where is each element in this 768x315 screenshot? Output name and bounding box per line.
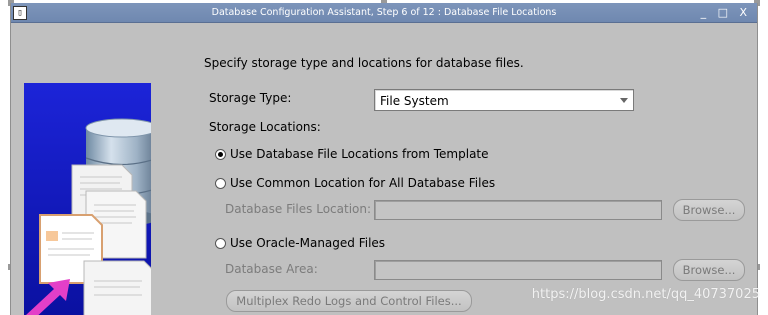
dbca-window: ▯ Database Configuration Assistant, Step… [10, 3, 758, 315]
browse-files-location-button[interactable]: Browse... [673, 199, 745, 221]
chevron-down-icon[interactable] [620, 98, 628, 103]
browse-database-area-button[interactable]: Browse... [673, 259, 745, 281]
storage-locations-label: Storage Locations: [209, 120, 321, 134]
db-files-location-label: Database Files Location: [225, 202, 372, 216]
storage-type-select[interactable]: File System [374, 89, 634, 111]
database-documents-illustration [26, 118, 151, 315]
window-title: Database Configuration Assistant, Step 6… [211, 7, 557, 18]
radio-unselected-icon[interactable] [215, 237, 226, 249]
window-controls[interactable]: _ □ X [701, 6, 751, 19]
radio-label: Use Common Location for All Database Fil… [230, 176, 496, 190]
radio-selected-icon[interactable] [215, 148, 226, 160]
page-instructions: Specify storage type and locations for d… [204, 56, 524, 70]
wizard-illustration [24, 83, 151, 315]
radio-label: Use Database File Locations from Templat… [230, 147, 489, 161]
radio-use-template-locations[interactable]: Use Database File Locations from Templat… [215, 147, 489, 161]
arrow-icon [26, 279, 70, 315]
radio-label: Use Oracle-Managed Files [230, 236, 386, 250]
storage-type-label: Storage Type: [209, 91, 292, 105]
database-area-label: Database Area: [225, 262, 318, 276]
radio-use-oracle-managed[interactable]: Use Oracle-Managed Files [215, 236, 385, 250]
watermark-text: https://blog.csdn.net/qq_40737025 [531, 287, 760, 302]
multiplex-redo-logs-button[interactable]: Multiplex Redo Logs and Control Files... [226, 290, 472, 312]
database-area-input[interactable] [374, 260, 662, 280]
db-files-location-input[interactable] [374, 200, 662, 220]
storage-type-value: File System [380, 94, 449, 108]
radio-unselected-icon[interactable] [215, 177, 226, 189]
radio-use-common-location[interactable]: Use Common Location for All Database Fil… [215, 176, 495, 190]
title-bar[interactable]: ▯ Database Configuration Assistant, Step… [11, 3, 757, 23]
